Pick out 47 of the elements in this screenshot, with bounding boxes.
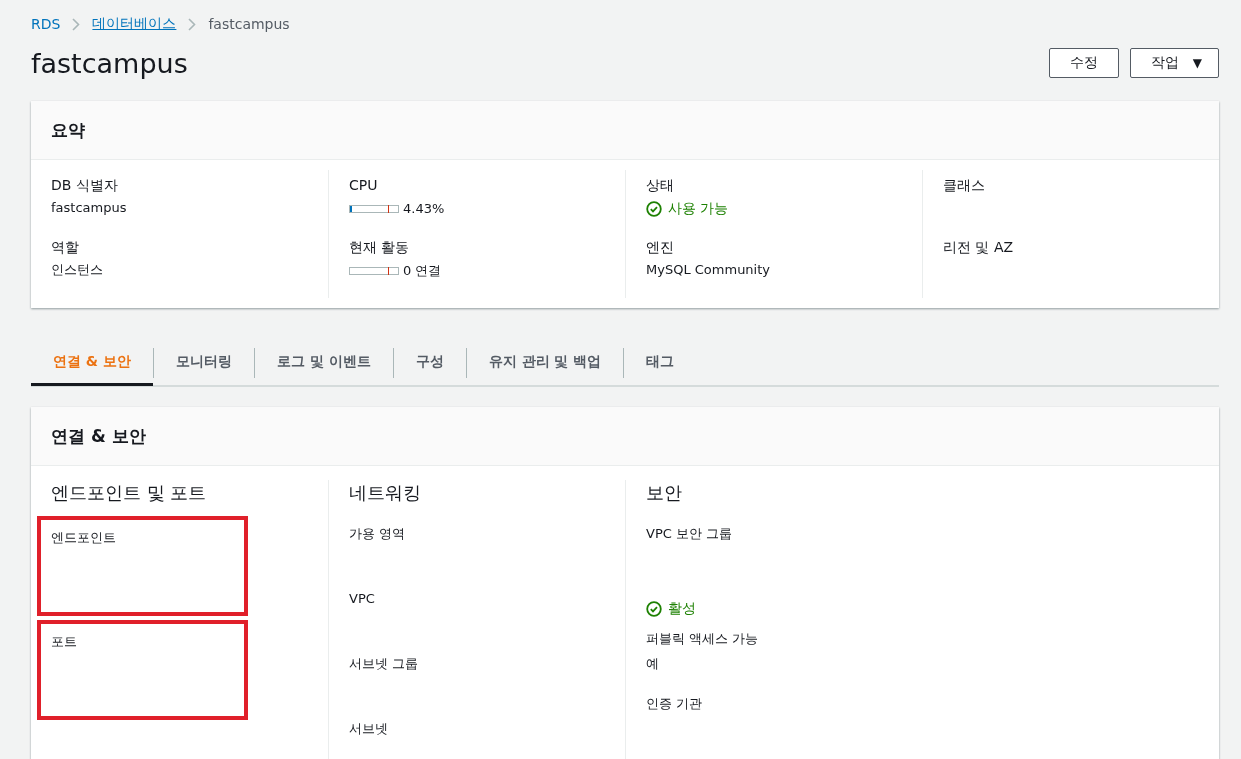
actions-dropdown-button[interactable]: 작업 ▼ (1129, 48, 1219, 78)
field-value: 0 연결 (403, 262, 442, 280)
field-label: 리전 및 AZ (943, 238, 1015, 257)
field-label: 인증 기관 (646, 696, 703, 711)
field-label: 가용 영역 (349, 526, 406, 541)
field-label: 서브넷 그룹 (349, 656, 419, 671)
tab[interactable]: 모니터링 (153, 341, 254, 386)
tab[interactable]: 로그 및 이벤트 (254, 341, 393, 386)
card-title: 요약 (51, 118, 85, 142)
status-text: 사용 가능 (668, 200, 729, 218)
field-value: fastcampus (51, 199, 128, 217)
tab[interactable]: 유지 관리 및 백업 (466, 341, 624, 386)
meter-bar (349, 205, 399, 213)
tab[interactable]: 구성 (393, 341, 466, 386)
field-label: VPC (349, 591, 375, 606)
field-label: 역할 (51, 238, 80, 257)
breadcrumb-current: fastcampus (208, 16, 290, 32)
field-label: 포트 (51, 634, 77, 649)
field-value: MySQL Community (646, 261, 771, 279)
field-label: VPC 보안 그룹 (646, 526, 733, 541)
column-heading: 네트워킹 (349, 481, 422, 505)
field-label: 엔드포인트 (51, 530, 116, 545)
field-value: 4.43% (403, 200, 445, 218)
meter-bar (349, 267, 399, 275)
field-label: 엔진 (646, 238, 675, 257)
tab[interactable]: 태그 (624, 341, 697, 386)
status-text: 활성 (668, 600, 696, 618)
column-heading: 보안 (646, 481, 683, 505)
breadcrumb-link[interactable]: 데이터베이스 (92, 15, 177, 33)
check-circle-icon (646, 601, 662, 617)
field-value: 예 (646, 656, 659, 671)
chevron-right-icon (72, 17, 81, 31)
field-label: 현재 활동 (349, 238, 411, 257)
breadcrumb-link[interactable]: RDS (31, 16, 61, 32)
field-label: 상태 (646, 176, 675, 195)
field-value: 인스턴스 (51, 261, 104, 279)
field-label: CPU (349, 176, 379, 195)
field-label: 서브넷 (349, 721, 388, 736)
page-title: fastcampus (31, 47, 188, 79)
field-label: 퍼블릭 액세스 가능 (646, 631, 759, 646)
field-label: 클래스 (943, 176, 986, 195)
check-circle-icon (646, 201, 662, 217)
field-label: DB 식별자 (51, 176, 119, 195)
modify-button[interactable]: 수정 (1048, 48, 1119, 78)
column-heading: 엔드포인트 및 포트 (51, 481, 208, 505)
card-title: 연결 & 보안 (51, 424, 146, 448)
chevron-right-icon (188, 17, 197, 31)
